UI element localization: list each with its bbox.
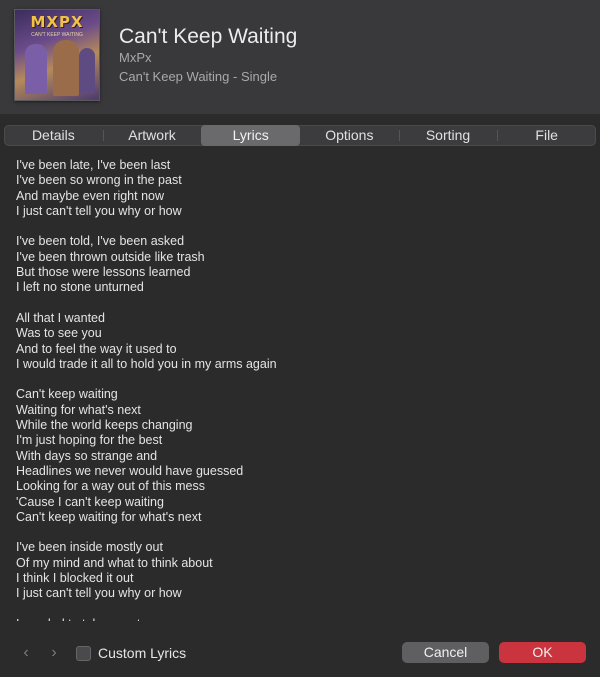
artwork-figure: [25, 44, 47, 94]
song-album: Can't Keep Waiting - Single: [119, 69, 278, 84]
custom-lyrics-checkbox[interactable]: [76, 645, 91, 661]
tab-options[interactable]: Options: [300, 125, 399, 146]
track-navigation: ‹ ›: [18, 643, 68, 663]
album-artwork: MXPX CAN'T KEEP WAITING: [14, 9, 100, 101]
custom-lyrics-label: Custom Lyrics: [98, 645, 187, 661]
artwork-logo: MXPX: [30, 13, 84, 31]
tab-lyrics[interactable]: Lyrics: [201, 125, 301, 146]
song-artist: MxPx: [119, 50, 152, 65]
ok-button[interactable]: OK: [499, 642, 586, 663]
artwork-figure: [79, 48, 95, 94]
song-title: Can't Keep Waiting: [119, 25, 298, 48]
cancel-button[interactable]: Cancel: [402, 642, 489, 663]
tab-details[interactable]: Details: [4, 125, 103, 146]
tab-bar: Details Artwork Lyrics Options Sorting F…: [4, 125, 596, 146]
artwork-subtext: CAN'T KEEP WAITING: [31, 32, 83, 38]
tab-file[interactable]: File: [497, 125, 596, 146]
custom-lyrics-toggle[interactable]: Custom Lyrics: [76, 645, 186, 661]
tab-artwork[interactable]: Artwork: [102, 125, 202, 146]
song-info-header: MXPX CAN'T KEEP WAITING Can't Keep Waiti…: [0, 0, 600, 114]
lyrics-text-area[interactable]: I've been late, I've been last I've been…: [16, 158, 586, 621]
chevron-right-icon[interactable]: ›: [46, 643, 62, 663]
artwork-figure: [53, 40, 79, 96]
tab-sorting[interactable]: Sorting: [398, 125, 498, 146]
chevron-left-icon[interactable]: ‹: [18, 643, 34, 663]
